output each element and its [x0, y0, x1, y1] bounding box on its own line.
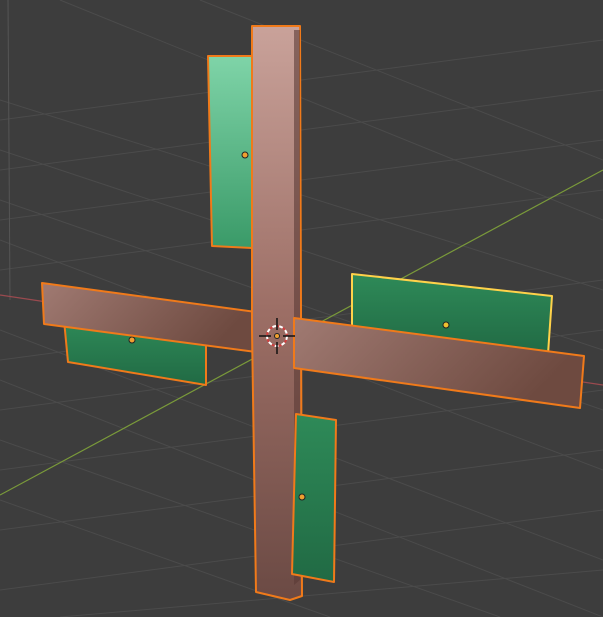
panel-lower-right[interactable]	[291, 413, 337, 583]
object-origin-icon	[298, 493, 306, 501]
z-axis-line	[7, 0, 11, 301]
object-origin-icon	[442, 321, 450, 329]
panel-top-left[interactable]	[207, 55, 253, 249]
3d-viewport[interactable]	[0, 0, 603, 617]
object-origin-icon	[241, 151, 249, 159]
viewport-canvas[interactable]	[0, 0, 603, 617]
object-origin-icon	[128, 336, 136, 344]
